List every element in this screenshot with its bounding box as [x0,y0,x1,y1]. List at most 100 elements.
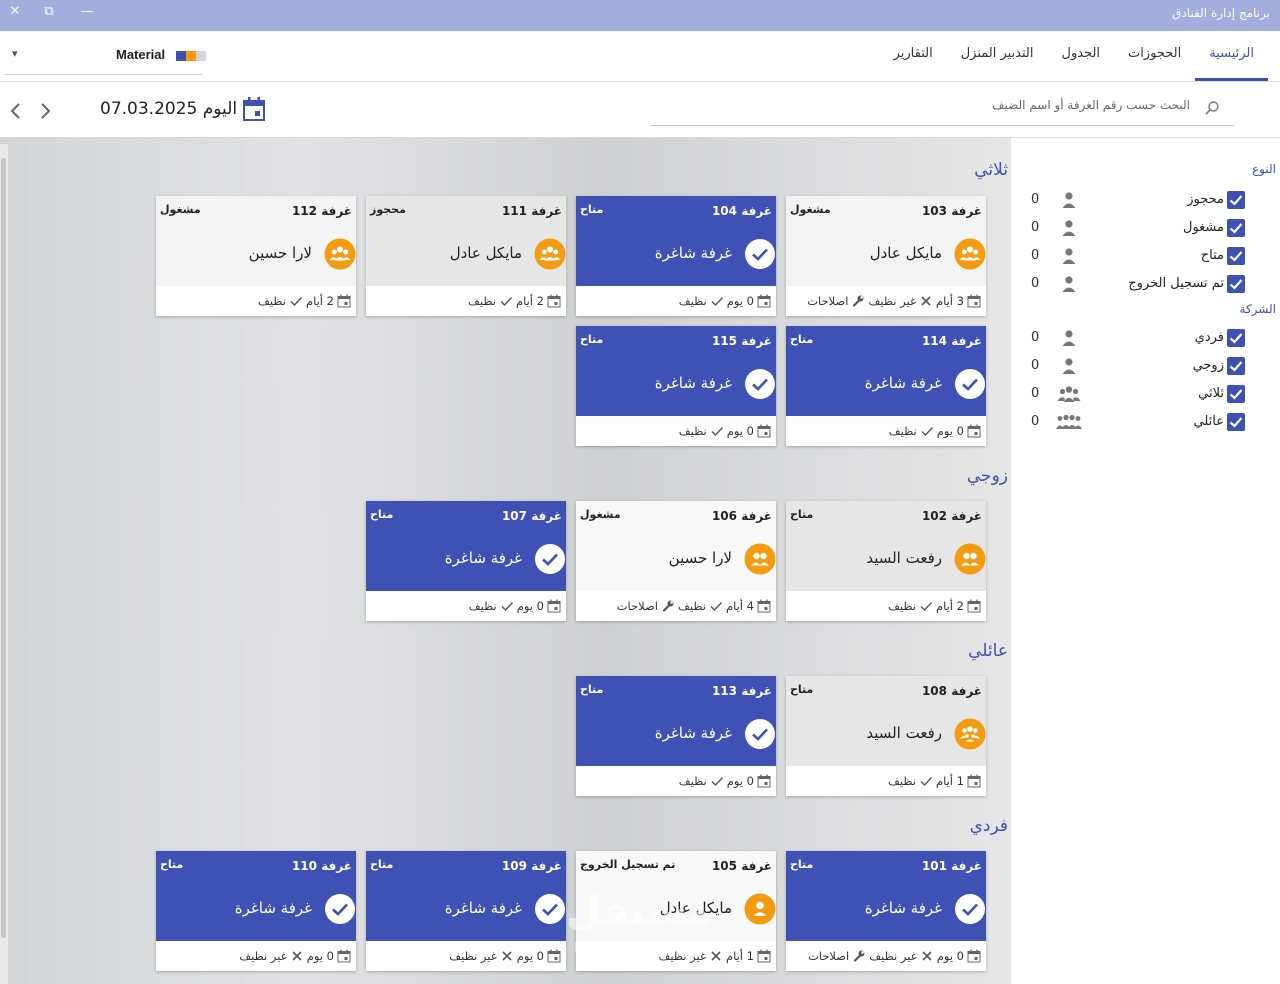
room-card-footer: 0 يوم غير نظيف [156,941,356,971]
room-card-footer: 1 أيام نظيف [786,766,986,796]
minimize-icon[interactable]: — [78,4,96,19]
stay-days: 2 أيام [515,294,544,308]
guest-name: رفعت السيد [866,724,942,742]
group-guest-icon [324,238,356,270]
checkmark-icon [1229,223,1243,234]
room-footer-row: 0 يوم نظيف [679,766,774,796]
room-card[interactable]: غرفة 106 مشغول لارا حسين 4 أيام نظيف اصلاحات [576,501,776,621]
company-filter-row[interactable]: عائلي 0 [1011,410,1280,434]
room-card[interactable]: غرفة 108 متاح رفعت السيد 1 أيام نظيف [786,676,986,796]
filter-checkbox[interactable] [1227,413,1245,431]
room-card-footer: 3 أيام غير نظيف اصلاحات [786,286,986,316]
check-circle-icon [535,544,565,574]
date-picker[interactable]: 07.03.2025 اليوم [100,94,266,124]
room-card[interactable]: غرفة 110 متاح غرفة شاغرة 0 يوم غير نظيف [156,851,356,971]
room-card[interactable]: غرفة 113 متاح غرفة شاغرة 0 يوم نظيف [576,676,776,796]
filter-label: تم تسجيل الخروج [1128,276,1224,291]
vacant-label: غرفة شاغرة [444,549,522,567]
room-card-header: غرفة 110 متاح غرفة شاغرة [156,851,356,941]
calendar-icon [967,294,981,308]
cross-icon [921,296,931,306]
stay-days: 2 أيام [935,599,964,613]
calendar-icon[interactable] [243,97,266,121]
guest-icon-wrap [366,196,566,286]
tab-reports[interactable]: التقارير [880,31,947,81]
filter-label: ثلاثي [1198,386,1224,401]
tab-home[interactable]: الرئيسية [1195,31,1268,81]
stay-days: 0 يوم [936,424,964,438]
stay-days: 0 يوم [726,424,754,438]
room-card-footer: 0 يوم نظيف [576,286,776,316]
room-card-header: غرفة 101 متاح غرفة شاغرة [786,851,986,941]
group-guest-icon [534,238,566,270]
current-date: 07.03.2025 اليوم [100,99,238,119]
type-filter-row[interactable]: محجوز 0 [1011,188,1280,212]
check-icon [920,602,932,612]
chevron-left-icon[interactable] [8,102,24,120]
room-card[interactable]: غرفة 103 مشغول مايكل عادل 3 أيام غير نظيف اصل… [786,196,986,316]
stay-days: 0 يوم [516,949,544,963]
repair-status: اصلاحات [807,949,850,963]
chevron-right-icon[interactable] [37,102,53,120]
restore-icon[interactable]: ⧉ [40,4,58,19]
room-card-footer: 0 يوم نظيف [366,591,566,621]
search-input[interactable] [710,98,1190,112]
tab-reservations[interactable]: الحجوزات [1114,31,1195,81]
type-filter-row[interactable]: متاح 0 [1011,244,1280,268]
theme-label: Material [116,47,166,62]
type-filter-row[interactable]: مشغول 0 [1011,216,1280,240]
filter-checkbox[interactable] [1227,247,1245,265]
cross-icon [502,951,512,961]
filter-label: عائلي [1193,414,1224,429]
close-icon[interactable]: ✕ [6,4,24,19]
room-card[interactable]: غرفة 102 متاح رفعت السيد 2 أيام نظيف [786,501,986,621]
title-bar: ✕ ⧉ — برنامج إدارة الفنادق [0,0,1280,31]
room-card-header: غرفة 103 مشغول مايكل عادل [786,196,986,286]
room-card[interactable]: غرفة 114 متاح غرفة شاغرة 0 يوم نظيف [786,326,986,446]
filter-count: 0 [1031,386,1040,401]
room-footer-row: 0 يوم غير نظيف اصلاحات [808,941,984,971]
filter-count: 0 [1031,330,1040,345]
room-card[interactable]: غرفة 107 متاح غرفة شاغرة 0 يوم نظيف [366,501,566,621]
tab-housekeeping[interactable]: التدبير المنزل [947,31,1048,81]
stay-days: 0 يوم [306,949,334,963]
calendar-icon [337,949,351,963]
cleaning-status: نظيف [678,424,707,438]
vacant-label: غرفة شاغرة [654,374,732,392]
filter-count: 0 [1031,414,1040,429]
room-card[interactable]: غرفة 112 مشغول لارا حسين 2 أيام نظيف [156,196,356,316]
scrollbar-thumb[interactable] [1,158,6,938]
room-card[interactable]: غرفة 104 متاح غرفة شاغرة 0 يوم نظيف [576,196,776,316]
room-card[interactable]: غرفة 101 متاح غرفة شاغرة 0 يوم غير نظيف اصلاح… [786,851,986,971]
vertical-scrollbar[interactable] [0,144,8,984]
theme-selector[interactable]: ▾ Material [4,43,206,75]
filter-checkbox[interactable] [1227,329,1245,347]
room-card[interactable]: غرفة 111 محجوز مايكل عادل 2 أيام نظيف [366,196,566,316]
room-card-footer: 0 يوم نظيف [576,416,776,446]
filter-count: 0 [1031,248,1040,263]
filter-checkbox[interactable] [1227,191,1245,209]
check-circle-icon [745,369,775,399]
room-card[interactable]: غرفة 109 متاح غرفة شاغرة 0 يوم غير نظيف [366,851,566,971]
check-icon [711,777,723,787]
repair-status: اصلاحات [807,294,849,308]
tab-schedule[interactable]: الجدول [1048,31,1115,81]
vacant-label: غرفة شاغرة [864,899,942,917]
filter-checkbox[interactable] [1227,219,1245,237]
stay-days: 0 يوم [726,774,754,788]
filter-checkbox[interactable] [1227,385,1245,403]
type-filter-row[interactable]: تم تسجيل الخروج 0 [1011,272,1280,296]
cleaning-status: غير نظيف [449,949,497,963]
cleaning-status: نظيف [467,294,496,308]
room-card[interactable]: غرفة 115 متاح غرفة شاغرة 0 يوم نظيف [576,326,776,446]
company-filter-row[interactable]: ثلاثي 0 [1011,382,1280,406]
company-filter-row[interactable]: زوجي 0 [1011,354,1280,378]
room-card-header: غرفة 114 متاح غرفة شاغرة [786,326,986,416]
cleaning-status: نظيف [257,294,286,308]
chevron-down-icon[interactable]: ▾ [12,47,18,60]
filter-checkbox[interactable] [1227,275,1245,293]
group-title: ثلاثي [974,160,1008,180]
company-filter-row[interactable]: فردي 0 [1011,326,1280,350]
search-box[interactable] [651,90,1234,126]
filter-checkbox[interactable] [1227,357,1245,375]
